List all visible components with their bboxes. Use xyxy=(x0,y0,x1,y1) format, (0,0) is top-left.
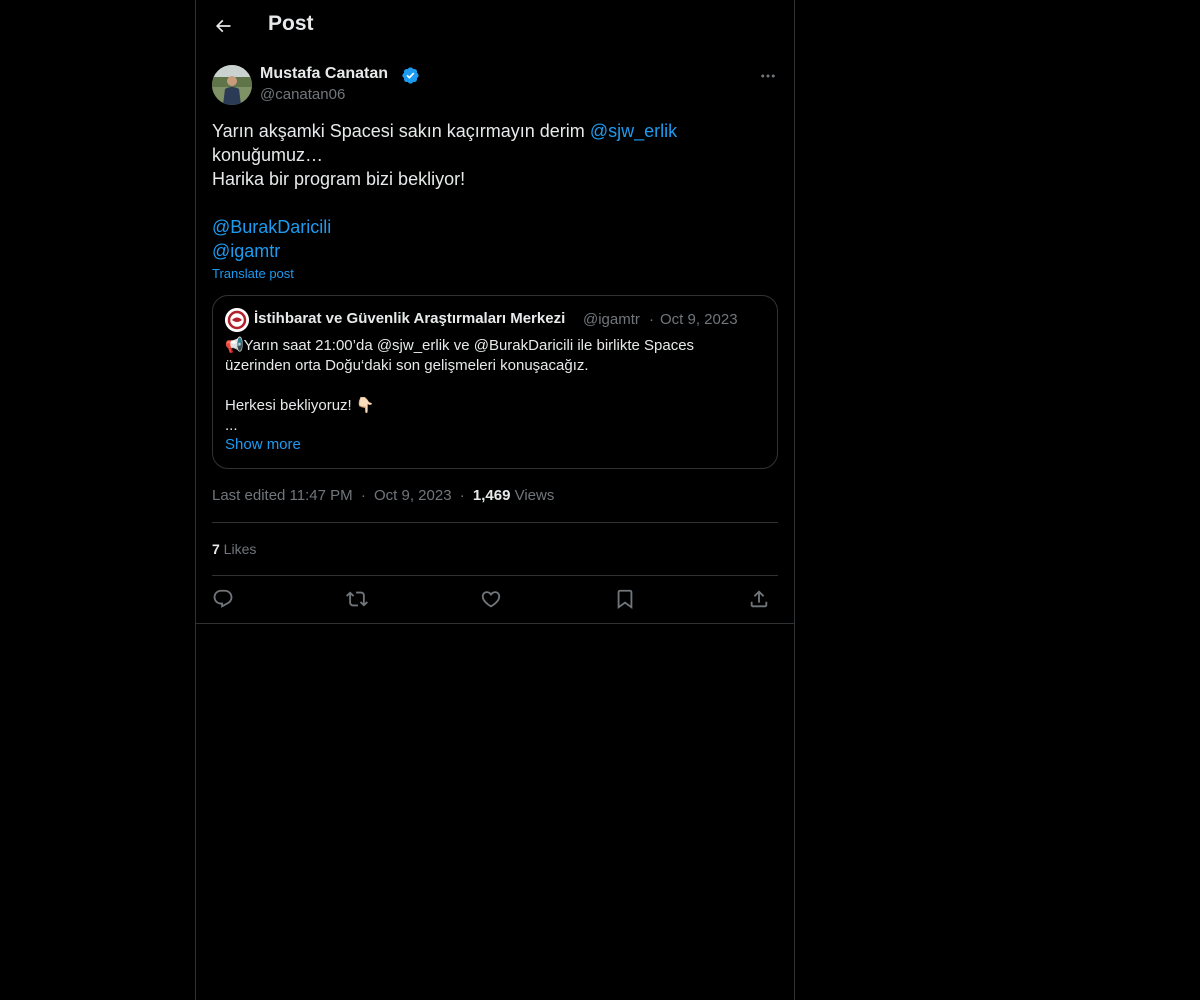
main-column: Post Mustafa Canatan @canatan06 Yarın ak… xyxy=(195,0,795,1000)
author-name[interactable]: Mustafa Canatan xyxy=(260,65,388,83)
likes-label: Likes xyxy=(219,541,257,557)
translate-post-link[interactable]: Translate post xyxy=(212,266,294,281)
post-bottom-border xyxy=(196,623,794,624)
bookmark-button[interactable] xyxy=(612,586,638,612)
edited-time[interactable]: Last edited 11:47 PM xyxy=(212,487,353,504)
post-meta: Last edited 11:47 PM · Oct 9, 2023 · 1,4… xyxy=(212,487,554,504)
separator-dot: · xyxy=(459,487,465,504)
quoted-text: 📢Yarın saat 21:00’da @sjw_erlik ve @Bura… xyxy=(225,336,765,436)
avatar[interactable] xyxy=(212,65,252,105)
page-title: Post xyxy=(268,12,314,35)
separator-dot: · xyxy=(360,487,366,504)
quoted-text-line-3: Herkesi bekliyoruz! 👇🏻 xyxy=(225,397,375,414)
post-text-content: Yarın akşamki Spacesi sakın kaçırmayın d… xyxy=(212,121,590,141)
bookmark-icon xyxy=(617,589,633,610)
quoted-author-name[interactable]: İstihbarat ve Güvenlik Araştırmaları Mer… xyxy=(254,310,565,327)
like-button[interactable] xyxy=(478,586,504,612)
reply-icon xyxy=(213,589,233,608)
mention-link[interactable]: @igamtr xyxy=(212,239,778,263)
quoted-text-line-1: 📢Yarın saat 21:00’da @sjw_erlik ve @Bura… xyxy=(225,337,695,354)
show-more-link[interactable]: Show more xyxy=(225,436,301,453)
likes-link[interactable]: 7 Likes xyxy=(212,541,256,557)
author-row: Mustafa Canatan @canatan06 xyxy=(212,64,778,108)
post-date[interactable]: Oct 9, 2023 xyxy=(374,487,452,504)
repost-button[interactable] xyxy=(344,586,370,612)
quoted-text-ellipsis: ... xyxy=(225,417,238,434)
avatar-image xyxy=(212,65,252,105)
author-handle[interactable]: @canatan06 xyxy=(260,86,345,103)
heart-icon xyxy=(481,591,501,608)
arrow-left-icon xyxy=(215,19,231,33)
reply-button[interactable] xyxy=(210,586,236,612)
post-text-line-1: Yarın akşamki Spacesi sakın kaçırmayın d… xyxy=(212,119,778,143)
quoted-author-handle[interactable]: @igamtr xyxy=(583,311,640,328)
back-button[interactable] xyxy=(208,11,238,41)
post-text-line-2: konuğumuz… xyxy=(212,145,324,165)
mention-link[interactable]: @sjw_erlik xyxy=(590,121,677,141)
more-horizontal-icon xyxy=(761,74,775,78)
quoted-date[interactable]: Oct 9, 2023 xyxy=(660,311,738,328)
mention-link[interactable]: @BurakDaricili xyxy=(212,215,778,239)
more-options-button[interactable] xyxy=(758,66,778,86)
quoted-avatar[interactable] xyxy=(225,308,249,332)
post: Mustafa Canatan @canatan06 Yarın akşamki… xyxy=(212,64,778,281)
separator-dot: · xyxy=(649,311,654,328)
repost-icon xyxy=(346,591,368,607)
quoted-avatar-logo xyxy=(225,308,249,332)
action-bar xyxy=(212,586,778,612)
views-label: Views xyxy=(510,487,555,504)
share-icon xyxy=(750,590,768,608)
post-text: Yarın akşamki Spacesi sakın kaçırmayın d… xyxy=(212,119,778,263)
post-text-line-3: Harika bir program bizi bekliyor! xyxy=(212,169,466,189)
verified-badge-icon xyxy=(402,67,419,84)
share-button[interactable] xyxy=(746,586,772,612)
page-header: Post xyxy=(196,0,794,53)
divider xyxy=(212,575,778,576)
views-count: 1,469 xyxy=(472,487,511,504)
quoted-text-line-2: üzerinden orta Doğu‘daki son gelişmeleri… xyxy=(225,357,589,374)
divider xyxy=(212,522,778,523)
likes-count: 7 xyxy=(212,541,220,557)
quoted-post[interactable]: İstihbarat ve Güvenlik Araştırmaları Mer… xyxy=(212,295,778,469)
